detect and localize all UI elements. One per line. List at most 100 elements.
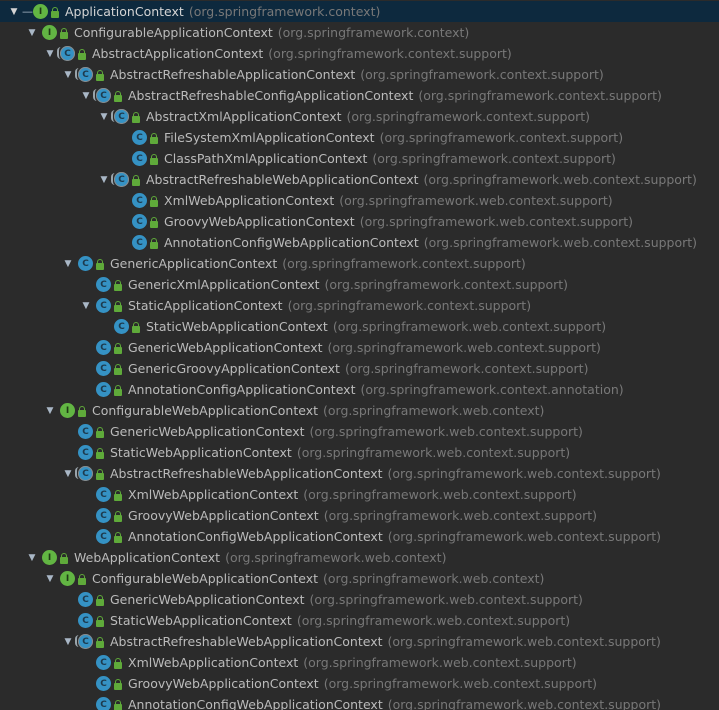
tree-row[interactable]: ▼CGroovyWebApplicationContext(org.spring… bbox=[0, 505, 719, 526]
tree-row[interactable]: ▼ — I ApplicationContext (org.springframewor… bbox=[0, 1, 719, 22]
type-name: StaticWebApplicationContext bbox=[110, 613, 292, 628]
expand-arrow-icon[interactable]: ▼ bbox=[24, 550, 40, 566]
package-name: (org.springframework.context.support) bbox=[360, 67, 604, 82]
package-name: (org.springframework.context.support) bbox=[372, 151, 616, 166]
tree-row[interactable]: ▼CGroovyWebApplicationContext(org.spring… bbox=[0, 211, 719, 232]
abstract-class-icon: C bbox=[93, 88, 111, 103]
type-name: AbstractRefreshableWebApplicationContext bbox=[146, 172, 419, 187]
tree-row[interactable]: ▼CStaticWebApplicationContext(org.spring… bbox=[0, 316, 719, 337]
package-name: (org.springframework.context.support) bbox=[379, 130, 624, 145]
class-icon: C bbox=[96, 340, 111, 355]
expand-arrow-icon[interactable]: ▼ bbox=[24, 25, 40, 41]
public-access-lock-icon bbox=[96, 594, 104, 606]
package-name: (org.springframework.web.context.support… bbox=[423, 172, 697, 187]
class-icon: C bbox=[78, 256, 93, 271]
expand-arrow-icon[interactable]: ▼ bbox=[60, 256, 76, 272]
type-name: WebApplicationContext bbox=[74, 550, 221, 565]
expand-arrow-icon[interactable]: ▼ bbox=[42, 46, 58, 62]
tree-row[interactable]: ▼ C GenericApplicationContext (org.springfr… bbox=[0, 253, 719, 274]
tree-row[interactable]: ▼ C AbstractRefreshableWebApplicationConte… bbox=[0, 463, 719, 484]
package-name: (org.springframework.web.context.support… bbox=[387, 697, 662, 710]
public-access-lock-icon bbox=[96, 636, 104, 648]
class-icon: C bbox=[96, 529, 111, 544]
tree-row[interactable]: ▼ C AbstractRefreshableWebApplicationConte… bbox=[0, 169, 719, 190]
class-icon: C bbox=[96, 382, 111, 397]
tree-row[interactable]: ▼ I ConfigurableWebApplicationContext (org.… bbox=[0, 400, 719, 421]
public-access-lock-icon bbox=[96, 615, 104, 627]
type-name: AbstractXmlApplicationContext bbox=[146, 109, 342, 124]
type-name: FileSystemXmlApplicationContext bbox=[164, 130, 375, 145]
tree-row[interactable]: ▼CAnnotationConfigApplicationContext(org… bbox=[0, 379, 719, 400]
type-name: StaticApplicationContext bbox=[128, 298, 283, 313]
expand-arrow-icon[interactable]: ▼ bbox=[6, 4, 22, 20]
tree-row[interactable]: ▼CAnnotationConfigWebApplicationContext(… bbox=[0, 526, 719, 547]
tree-row[interactable]: ▼ C AbstractRefreshableApplicationContext (… bbox=[0, 64, 719, 85]
tree-row[interactable]: ▼CFileSystemXmlApplicationContext(org.sp… bbox=[0, 127, 719, 148]
expand-arrow-icon[interactable]: ▼ bbox=[42, 571, 58, 587]
tree-row[interactable]: ▼CStaticWebApplicationContext(org.spring… bbox=[0, 610, 719, 631]
tree-row[interactable]: ▼ C AbstractRefreshableConfigApplicationCo… bbox=[0, 85, 719, 106]
tree-row[interactable]: ▼CGenericXmlApplicationContext(org.sprin… bbox=[0, 274, 719, 295]
tree-row[interactable]: ▼CGenericWebApplicationContext(org.sprin… bbox=[0, 589, 719, 610]
expand-arrow-icon[interactable]: ▼ bbox=[96, 172, 112, 188]
package-name: (org.springframework.web.context.support… bbox=[359, 214, 634, 229]
public-access-lock-icon bbox=[60, 27, 68, 39]
interface-icon: I bbox=[42, 550, 57, 565]
type-name: GroovyWebApplicationContext bbox=[128, 676, 319, 691]
tree-row[interactable]: ▼ I ConfigurableWebApplicationContext (org.… bbox=[0, 568, 719, 589]
type-name: GenericGroovyApplicationContext bbox=[128, 361, 340, 376]
tree-row[interactable]: ▼CAnnotationConfigWebApplicationContext(… bbox=[0, 694, 719, 710]
public-access-lock-icon bbox=[150, 153, 158, 165]
tree-row[interactable]: ▼CGroovyWebApplicationContext(org.spring… bbox=[0, 673, 719, 694]
public-access-lock-icon bbox=[114, 384, 122, 396]
type-name: AbstractApplicationContext bbox=[92, 46, 264, 61]
public-access-lock-icon bbox=[114, 531, 122, 543]
package-name: (org.springframework.context.support) bbox=[418, 88, 662, 103]
type-name: GenericWebApplicationContext bbox=[110, 424, 305, 439]
hierarchy-tree[interactable]: ▼ — I ApplicationContext (org.springframewor… bbox=[0, 0, 719, 710]
tree-row[interactable]: ▼ C AbstractXmlApplicationContext (org.spri… bbox=[0, 106, 719, 127]
public-access-lock-icon bbox=[51, 6, 59, 18]
expand-arrow-icon[interactable]: ▼ bbox=[96, 109, 112, 125]
type-name: StaticWebApplicationContext bbox=[146, 319, 328, 334]
type-name: AnnotationConfigWebApplicationContext bbox=[128, 697, 383, 710]
public-access-lock-icon bbox=[78, 573, 86, 585]
public-access-lock-icon bbox=[132, 111, 140, 123]
tree-row[interactable]: ▼ I WebApplicationContext (org.springframew… bbox=[0, 547, 719, 568]
expand-arrow-icon[interactable]: ▼ bbox=[42, 403, 58, 419]
tree-row[interactable]: ▼CGenericGroovyApplicationContext(org.sp… bbox=[0, 358, 719, 379]
class-icon: C bbox=[96, 508, 111, 523]
tree-row[interactable]: ▼ C StaticApplicationContext (org.springfra… bbox=[0, 295, 719, 316]
tree-row[interactable]: ▼CAnnotationConfigWebApplicationContext(… bbox=[0, 232, 719, 253]
package-name: (org.springframework.web.context) bbox=[323, 403, 545, 418]
expand-arrow-icon[interactable]: ▼ bbox=[78, 88, 94, 104]
tree-row[interactable]: ▼ C AbstractApplicationContext (org.springf… bbox=[0, 43, 719, 64]
type-name: ClassPathXmlApplicationContext bbox=[164, 151, 368, 166]
tree-row[interactable]: ▼ C AbstractRefreshableWebApplicationConte… bbox=[0, 631, 719, 652]
package-name: (org.springframework.web.context.support… bbox=[423, 235, 698, 250]
tree-row[interactable]: ▼CStaticWebApplicationContext(org.spring… bbox=[0, 442, 719, 463]
tree-row[interactable]: ▼CXmlWebApplicationContext(org.springfra… bbox=[0, 484, 719, 505]
public-access-lock-icon bbox=[96, 447, 104, 459]
package-name: (org.springframework.web.context.support… bbox=[332, 319, 607, 334]
tree-row[interactable]: ▼ I ConfigurableApplicationContext (org.spr… bbox=[0, 22, 719, 43]
tree-row[interactable]: ▼CGenericWebApplicationContext(org.sprin… bbox=[0, 421, 719, 442]
type-name: StaticWebApplicationContext bbox=[110, 445, 292, 460]
public-access-lock-icon bbox=[150, 195, 158, 207]
tree-row[interactable]: ▼CXmlWebApplicationContext(org.springfra… bbox=[0, 652, 719, 673]
type-name: AnnotationConfigApplicationContext bbox=[128, 382, 356, 397]
package-name: (org.springframework.web.context.support… bbox=[387, 529, 662, 544]
type-name: GenericXmlApplicationContext bbox=[128, 277, 320, 292]
expand-arrow-icon[interactable]: ▼ bbox=[60, 634, 76, 650]
public-access-lock-icon bbox=[114, 510, 122, 522]
expand-arrow-icon[interactable]: ▼ bbox=[60, 466, 76, 482]
tree-row[interactable]: ▼CClassPathXmlApplicationContext(org.spr… bbox=[0, 148, 719, 169]
tree-row[interactable]: ▼CXmlWebApplicationContext(org.springfra… bbox=[0, 190, 719, 211]
expand-arrow-icon[interactable]: ▼ bbox=[78, 298, 94, 314]
type-name: ConfigurableApplicationContext bbox=[74, 25, 273, 40]
tree-row[interactable]: ▼CGenericWebApplicationContext(org.sprin… bbox=[0, 337, 719, 358]
package-name: (org.springframework.context.annotation) bbox=[360, 382, 624, 397]
expand-arrow-icon[interactable]: ▼ bbox=[60, 67, 76, 83]
package-name: (org.springframework.web.context.support… bbox=[387, 466, 661, 481]
abstract-class-icon: C bbox=[111, 172, 129, 187]
